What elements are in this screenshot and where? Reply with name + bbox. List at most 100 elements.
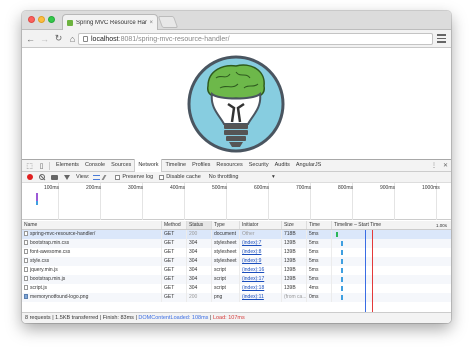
record-icon[interactable] [27, 174, 33, 180]
request-initiator[interactable]: (index):9 [240, 257, 282, 266]
request-time: 5ms [307, 257, 332, 266]
column-size[interactable]: Size [282, 221, 307, 229]
request-timeline-cell [332, 239, 451, 248]
tab-elements[interactable]: Elements [53, 159, 82, 171]
table-row[interactable]: jquery.min.js GET 304 script (index):16 139B 5… [22, 266, 451, 275]
spring-favicon-icon [67, 19, 73, 26]
overview-tick-label: 700ms [296, 185, 312, 191]
request-initiator[interactable]: (index):17 [240, 275, 282, 284]
column-name[interactable]: Name [22, 221, 162, 229]
request-name-cell[interactable]: spring-mvc-resource-handler/ [22, 230, 162, 239]
request-status: 200 [187, 230, 212, 239]
disable-cache-checkbox[interactable] [159, 174, 165, 180]
preserve-log-checkbox[interactable] [115, 174, 121, 180]
column-time[interactable]: Time [307, 221, 332, 229]
tab-console[interactable]: Console [82, 159, 108, 171]
tab-profiles[interactable]: Profiles [189, 159, 213, 171]
tab-security[interactable]: Security [246, 159, 272, 171]
request-name-cell[interactable]: font-awesome.css [22, 248, 162, 257]
close-window-button[interactable] [28, 16, 35, 23]
throttling-select[interactable]: No throttling ▾ [209, 174, 275, 180]
more-options-icon[interactable]: ⋮ [431, 162, 437, 169]
request-time: 4ms [307, 284, 332, 293]
address-bar[interactable]: localhost:8081/spring-mvc-resource-handl… [78, 33, 433, 45]
large-rows-icon[interactable] [93, 174, 101, 180]
table-header: Name Method Status Type Initiator Size T… [22, 221, 451, 230]
request-time: 0ms [307, 293, 332, 302]
column-method[interactable]: Method [162, 221, 187, 229]
devtools-panel: ⬚ ▯ Elements Console Sources Network Timelin… [22, 159, 451, 323]
request-time: 5ms [307, 248, 332, 257]
column-type[interactable]: Type [212, 221, 240, 229]
table-row[interactable]: spring-mvc-resource-handler/GET 200 docume… [22, 230, 451, 239]
request-name-cell[interactable]: memorynotfound-logo.png [22, 293, 162, 302]
table-row[interactable]: font-awesome.css GET 304 stylesheet (index):… [22, 248, 451, 257]
request-initiator[interactable]: (index):16 [240, 266, 282, 275]
new-tab-button[interactable] [157, 16, 179, 28]
request-name: bootstrap.min.css [30, 240, 70, 246]
clear-icon[interactable] [39, 174, 45, 180]
reload-icon[interactable]: ↻ [53, 33, 64, 45]
request-initiator[interactable]: (index):18 [240, 284, 282, 293]
request-timeline-cell [332, 266, 451, 275]
overview-tick-label: 1000ms [422, 185, 440, 191]
menu-icon[interactable] [437, 34, 446, 44]
device-mode-icon[interactable]: ▯ [37, 162, 46, 170]
minimize-window-button[interactable] [38, 16, 45, 23]
tab-angularjs[interactable]: AngularJS [293, 159, 324, 171]
overview-bar [36, 193, 38, 201]
tab-audits[interactable]: Audits [272, 159, 293, 171]
tab-close-icon[interactable]: × [149, 20, 153, 26]
browser-tab[interactable]: Spring MVC Resource Han × [62, 14, 158, 30]
tab-sources[interactable]: Sources [108, 159, 134, 171]
table-row[interactable]: script.js GET 304 script (index):18 139B 4ms [22, 284, 451, 293]
column-timeline-label: Timeline – Start Time [334, 222, 382, 228]
request-time: 5ms [307, 239, 332, 248]
request-name-cell[interactable]: bootstrap.min.js [22, 275, 162, 284]
timeline-bar [341, 259, 343, 264]
request-name-cell[interactable]: jquery.min.js [22, 266, 162, 275]
dom-content-loaded-marker [365, 230, 366, 312]
home-icon[interactable]: ⌂ [67, 33, 78, 45]
document-file-icon [24, 276, 28, 281]
inspect-element-icon[interactable]: ⬚ [25, 162, 34, 170]
request-type: script [212, 275, 240, 284]
tab-network[interactable]: Network [134, 159, 163, 172]
browser-window: Spring MVC Resource Han × ← → ↻ ⌂ localh… [22, 11, 451, 323]
request-status: 304 [187, 275, 212, 284]
request-name-cell[interactable]: style.css [22, 257, 162, 266]
column-status[interactable]: Status [187, 221, 212, 229]
column-initiator[interactable]: Initiator [240, 221, 282, 229]
zoom-window-button[interactable] [48, 16, 55, 23]
request-initiator[interactable]: (index):8 [240, 248, 282, 257]
disable-cache-label: Disable cache [166, 174, 201, 180]
request-method: GET [162, 293, 187, 302]
request-name-cell[interactable]: script.js [22, 284, 162, 293]
forward-arrow-icon[interactable]: → [39, 33, 50, 45]
status-dom-content-loaded: DOMContentLoaded: 108ms [138, 315, 209, 321]
request-name: bootstrap.min.js [30, 276, 66, 282]
table-row[interactable]: bootstrap.min.css GET 304 stylesheet (index)… [22, 239, 451, 248]
back-arrow-icon[interactable]: ← [25, 33, 36, 45]
request-initiator[interactable]: (index):7 [240, 239, 282, 248]
request-size: 139B [282, 275, 307, 284]
tab-timeline[interactable]: Timeline [162, 159, 189, 171]
document-file-icon [24, 285, 28, 290]
camera-icon[interactable] [51, 174, 58, 180]
request-name-cell[interactable]: bootstrap.min.css [22, 239, 162, 248]
column-timeline[interactable]: Timeline – Start Time 1.00s [332, 221, 451, 229]
tab-title: Spring MVC Resource Han [76, 19, 148, 26]
filter-icon[interactable] [64, 174, 70, 180]
table-body: spring-mvc-resource-handler/GET 200 docume… [22, 230, 451, 302]
tab-resources[interactable]: Resources [213, 159, 245, 171]
request-method: GET [162, 266, 187, 275]
request-initiator: Other [240, 230, 282, 239]
close-devtools-icon[interactable]: ✕ [443, 162, 448, 169]
overview-icon[interactable] [101, 174, 111, 180]
table-row[interactable]: memorynotfound-logo.png GET 200 png (index):… [22, 293, 451, 302]
request-timeline-cell [332, 293, 451, 302]
table-row[interactable]: style.css GET 304 stylesheet (index):9 139B 5m… [22, 257, 451, 266]
network-overview[interactable]: 100ms 200ms 300ms 400ms 500ms 600ms 700ms 800ms… [22, 183, 451, 220]
table-row[interactable]: bootstrap.min.js GET 304 script (index):17 13… [22, 275, 451, 284]
request-initiator[interactable]: (index):11 [240, 293, 282, 302]
